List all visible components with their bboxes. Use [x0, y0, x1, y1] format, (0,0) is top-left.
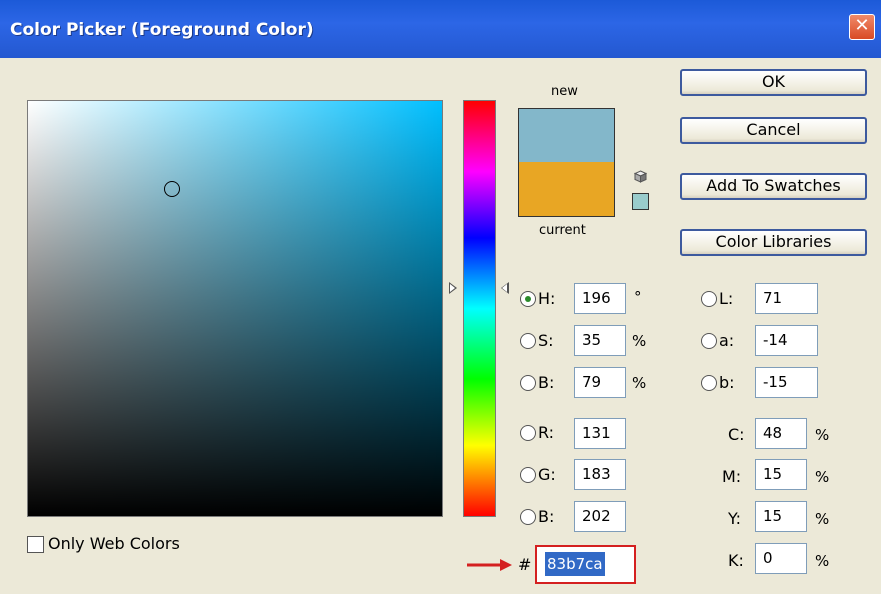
red-label: R: — [538, 423, 555, 442]
cyan-input[interactable]: 48 — [755, 418, 807, 449]
yellow-input[interactable]: 15 — [755, 501, 807, 532]
new-color-swatch — [518, 108, 615, 162]
cyan-label: C: — [728, 425, 745, 444]
red-input[interactable]: 131 — [574, 418, 626, 449]
magenta-unit: % — [815, 468, 830, 486]
black-input[interactable]: 0 — [755, 543, 807, 574]
ok-button[interactable]: OK — [680, 69, 867, 96]
hue-slider-handle-right-icon[interactable] — [501, 282, 509, 294]
brightness-unit: % — [632, 374, 647, 392]
only-web-colors-checkbox[interactable] — [27, 536, 44, 553]
brightness-radio[interactable] — [520, 375, 536, 391]
current-color-swatch[interactable] — [518, 162, 615, 217]
green-radio[interactable] — [520, 467, 536, 483]
green-input[interactable]: 183 — [574, 459, 626, 490]
only-web-colors-label[interactable]: Only Web Colors — [48, 534, 180, 554]
lab-a-radio[interactable] — [701, 333, 717, 349]
brightness-input[interactable]: 79 — [574, 367, 626, 398]
yellow-unit: % — [815, 510, 830, 528]
yellow-label: Y: — [728, 509, 742, 528]
saturation-label: S: — [538, 331, 554, 350]
saturation-radio[interactable] — [520, 333, 536, 349]
cancel-button[interactable]: Cancel — [680, 117, 867, 144]
lab-a-input[interactable]: -14 — [755, 325, 818, 356]
window-title: Color Picker (Foreground Color) — [10, 20, 314, 40]
hue-unit: ° — [634, 288, 642, 306]
blue-input[interactable]: 202 — [574, 501, 626, 532]
title-bar: Color Picker (Foreground Color) ✕ — [0, 0, 881, 58]
hue-input[interactable]: 196 — [574, 283, 626, 314]
lightness-label: L: — [719, 289, 734, 308]
lightness-input[interactable]: 71 — [755, 283, 818, 314]
green-label: G: — [538, 465, 556, 484]
lightness-radio[interactable] — [701, 291, 717, 307]
magenta-input[interactable]: 15 — [755, 459, 807, 490]
new-color-label: new — [551, 84, 578, 99]
hex-value-selected[interactable]: 83b7ca — [545, 552, 605, 576]
black-unit: % — [815, 552, 830, 570]
hex-label: # — [518, 555, 532, 574]
hue-slider[interactable] — [463, 100, 496, 517]
red-radio[interactable] — [520, 425, 536, 441]
add-to-swatches-button[interactable]: Add To Swatches — [680, 173, 867, 200]
red-arrow-icon — [467, 559, 512, 571]
lab-a-label: a: — [719, 331, 735, 350]
color-field-cursor[interactable] — [164, 181, 180, 197]
current-color-label: current — [539, 223, 586, 238]
lab-b-radio[interactable] — [701, 375, 717, 391]
hue-slider-handle-left-icon[interactable] — [449, 282, 457, 294]
saturation-input[interactable]: 35 — [574, 325, 626, 356]
out-of-gamut-cube-icon[interactable] — [634, 170, 647, 183]
magenta-label: M: — [722, 467, 742, 486]
black-label: K: — [728, 551, 744, 570]
cyan-unit: % — [815, 426, 830, 444]
saturation-unit: % — [632, 332, 647, 350]
hue-radio[interactable] — [520, 291, 536, 307]
blue-label: B: — [538, 507, 555, 526]
saturation-brightness-field[interactable] — [27, 100, 443, 517]
close-icon[interactable]: ✕ — [849, 14, 875, 40]
web-safe-color-swatch-icon[interactable] — [632, 193, 649, 210]
lab-b-label: b: — [719, 373, 735, 392]
hue-label: H: — [538, 289, 556, 308]
hex-input[interactable]: 83b7ca — [535, 545, 636, 584]
blue-radio[interactable] — [520, 509, 536, 525]
brightness-label: B: — [538, 373, 555, 392]
lab-b-input[interactable]: -15 — [755, 367, 818, 398]
color-libraries-button[interactable]: Color Libraries — [680, 229, 867, 256]
